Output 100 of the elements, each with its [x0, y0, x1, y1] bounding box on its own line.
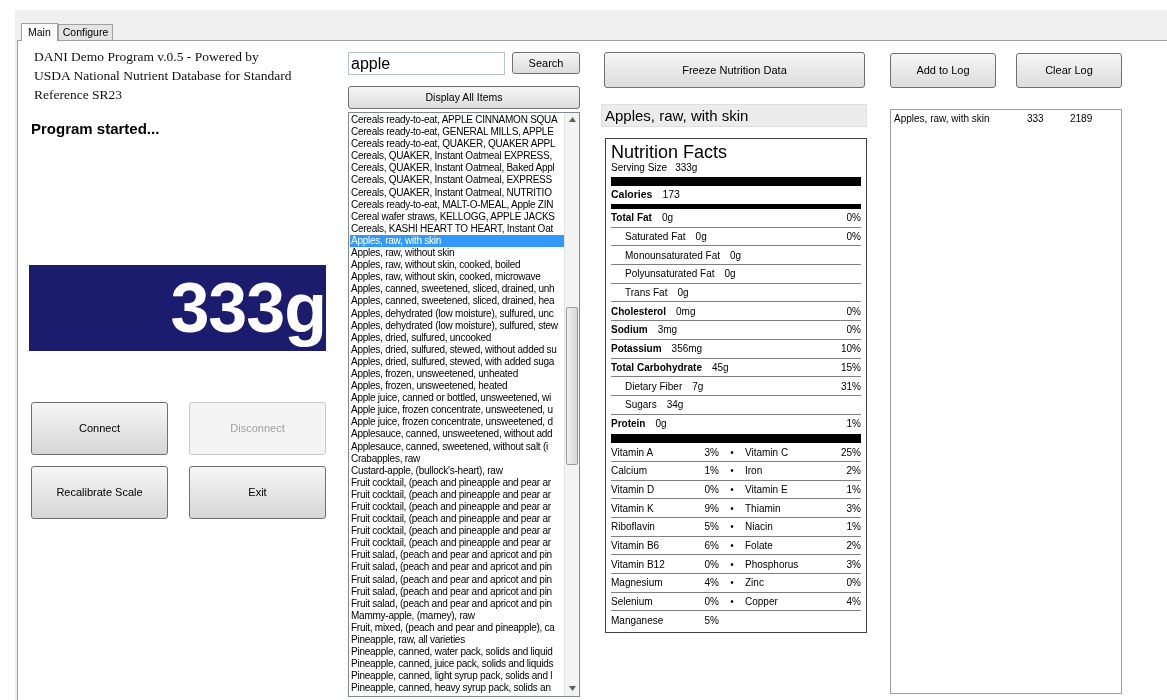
nutrient-amount: 0g: [724, 267, 736, 282]
vitamin-name: Niacin: [745, 520, 773, 535]
list-item[interactable]: Cereals ready-to-eat, APPLE CINNAMON SQUA: [350, 114, 564, 127]
list-item[interactable]: Apples, raw, without skin, cooked, boiled: [350, 259, 564, 272]
bullet-icon: •: [719, 575, 745, 591]
list-item[interactable]: Fruit salad, (peach and pear and apricot and pin: [350, 561, 564, 574]
exit-button[interactable]: Exit: [189, 465, 326, 519]
list-item[interactable]: Apples, dried, sulfured, uncooked: [350, 331, 564, 344]
vitamin-percent: 0%: [703, 557, 719, 572]
list-item[interactable]: Fruit salad, (peach and pear and apricot and pin: [350, 585, 564, 598]
scroll-thumb[interactable]: [566, 307, 578, 465]
list-item[interactable]: Cereal wafer straws, KELLOGG, APPLE JACKS: [350, 210, 564, 223]
clear-log-button[interactable]: Clear Log: [1016, 53, 1122, 88]
daily-value: 0%: [846, 304, 861, 319]
list-item[interactable]: Apple juice, frozen concentrate, unsweetened, d: [350, 416, 564, 429]
list-item[interactable]: Fruit cocktail, (peach and pineapple and pear ar: [350, 476, 564, 489]
vitamin-percent: 2%: [846, 464, 861, 479]
nutrient-amount: 3mg: [657, 323, 678, 338]
list-item[interactable]: Cereals ready-to-eat, GENERAL MILLS, APPLE: [350, 126, 564, 139]
list-item[interactable]: Apples, frozen, unsweetened, heated: [350, 380, 564, 393]
connect-button[interactable]: Connect: [31, 401, 168, 455]
list-item[interactable]: Apple juice, frozen concentrate, unsweetened, u: [350, 404, 564, 417]
list-item[interactable]: Fruit cocktail, (peach and pineapple and pear ar: [350, 488, 564, 501]
list-item[interactable]: Pineapple, raw, all varieties: [350, 634, 564, 647]
vitamin-name: Folate: [745, 539, 773, 554]
list-item[interactable]: Apple juice, canned or bottled, unsweetened, wi: [350, 392, 564, 405]
list-item[interactable]: Fruit salad, (peach and pear and apricot and pin: [350, 549, 564, 562]
list-item[interactable]: Apples, raw, without skin: [350, 247, 564, 260]
list-item[interactable]: Cereals ready-to-eat, QUAKER, QUAKER APPL: [350, 138, 564, 151]
list-item[interactable]: Apples, dried, sulfured, stewed, without added su: [350, 343, 564, 356]
nutrient-name: Potassium: [611, 342, 662, 357]
daily-value: 10%: [841, 342, 861, 357]
list-item[interactable]: Custard-apple, (bullock's-heart), raw: [350, 464, 564, 477]
nutrient-name: Monounsaturated Fat: [624, 248, 721, 263]
vitamin-percent: 3%: [846, 501, 861, 516]
search-field[interactable]: apple: [348, 52, 505, 75]
list-item[interactable]: Cereals ready-to-eat, MALT-O-MEAL, Apple ZIN: [350, 198, 564, 211]
tab[interactable]: Configure: [57, 24, 114, 40]
list-item[interactable]: Apples, dehydrated (low moisture), sulfured, unc: [350, 307, 564, 320]
vitamin-percent: 1%: [846, 520, 861, 535]
vitamin-name: Manganese: [611, 614, 665, 629]
freeze-button[interactable]: Freeze Nutrition Data: [604, 52, 865, 88]
list-item[interactable]: Cereals, QUAKER, Instant Oatmeal, Baked Appl: [350, 162, 564, 175]
recalibrate-button[interactable]: Recalibrate Scale: [31, 465, 168, 519]
add-to-log-button[interactable]: Add to Log: [890, 53, 996, 88]
list-item[interactable]: Cereals, QUAKER, Instant Oatmeal, NUTRITIO: [350, 186, 564, 199]
log-grams: 333: [1027, 113, 1045, 125]
list-item[interactable]: Apples, raw, without skin, cooked, microwave: [350, 271, 564, 284]
nutrient-amount: 7g: [692, 379, 704, 394]
list-item[interactable]: Pineapple, canned, juice pack, solids and liquids: [350, 658, 564, 671]
list-item[interactable]: Apples, canned, sweetened, sliced, drained, hea: [350, 295, 564, 308]
list-item[interactable]: Applesauce, canned, unsweetened, without add: [350, 428, 564, 441]
vitamin-name: Vitamin A: [611, 445, 655, 460]
bullet-icon: •: [719, 594, 745, 610]
log-food: Apples, raw, with skin: [894, 113, 991, 125]
list-item[interactable]: Fruit cocktail, (peach and pineapple and pear ar: [350, 501, 564, 514]
vitamin-name: Vitamin E: [745, 482, 788, 497]
vitamin-name: Zinc: [745, 576, 764, 591]
vitamin-name: Thiamin: [745, 501, 781, 516]
list-item[interactable]: Pineapple, canned, heavy syrup pack, solids an: [350, 682, 564, 695]
list-item[interactable]: Pineapple, canned, water pack, solids and liquid: [350, 646, 564, 659]
scroll-down-icon[interactable]: [569, 686, 576, 691]
list-item[interactable]: Fruit cocktail, (peach and pineapple and pear ar: [350, 525, 564, 538]
list-item[interactable]: Fruit, mixed, (peach and pear and pineapple), ca: [350, 621, 564, 635]
list-item[interactable]: Pineapple, canned, light syrup pack, solids and l: [350, 670, 564, 683]
list-item[interactable]: Apples, dried, sulfured, stewed, with added suga: [350, 355, 564, 368]
vitamin-percent: 5%: [703, 614, 719, 629]
vitamin-name: Selenium: [611, 595, 654, 610]
list-item[interactable]: Crabapples, raw: [350, 452, 564, 465]
scrollbar[interactable]: [564, 113, 579, 696]
list-item[interactable]: Apples, canned, sweetened, sliced, drained, unh: [350, 283, 564, 296]
list-item[interactable]: Apples, dehydrated (low moisture), sulfured, stew: [350, 319, 564, 332]
list-item[interactable]: Fruit cocktail, (peach and pineapple and pear ar: [350, 537, 564, 550]
list-item[interactable]: Applesauce, canned, sweetened, without salt (i: [350, 440, 564, 453]
list-item[interactable]: Cereals, QUAKER, Instant Oatmeal EXPRESS,: [350, 150, 564, 163]
vitamin-percent: 9%: [703, 501, 719, 516]
daily-value: 0%: [846, 230, 861, 245]
search-button[interactable]: Search: [512, 52, 580, 74]
list-item[interactable]: Cereals, QUAKER, Instant Oatmeal, EXPRESS: [350, 174, 564, 187]
vitamin-percent: 0%: [846, 576, 861, 591]
list-item[interactable]: Cereals, KASHI HEART TO HEART, Instant Oat: [350, 222, 564, 235]
display-all-button[interactable]: Display All Items: [348, 86, 580, 109]
list-item[interactable]: Fruit salad, (peach and pear and apricot and pin: [350, 597, 564, 610]
nutrient-name: Trans Fat: [624, 286, 668, 301]
vitamin-name: Phosphorus: [745, 557, 799, 572]
list-item[interactable]: Apples, frozen, unsweetened, unheated: [350, 367, 564, 381]
tab[interactable]: Main: [21, 23, 58, 41]
vitamin-name: Vitamin B12: [611, 557, 666, 572]
bullet-icon: •: [719, 519, 745, 535]
nutrient-amount: 34g: [666, 398, 684, 413]
vitamin-name: Vitamin B6: [611, 539, 661, 554]
vitamin-name: Vitamin C: [745, 445, 789, 460]
list-item[interactable]: Mammy-apple, (mamey), raw: [350, 609, 564, 622]
nutrient-name: Total Fat: [611, 211, 652, 226]
nutrient-amount: 0g: [655, 417, 667, 432]
list-item[interactable]: Fruit salad, (peach and pear and apricot and pin: [350, 573, 564, 586]
list-item[interactable]: Fruit cocktail, (peach and pineapple and pear ar: [350, 513, 564, 526]
scroll-up-icon[interactable]: [569, 117, 576, 122]
status-message: Program started...: [30, 119, 161, 139]
daily-value: 0%: [846, 211, 861, 226]
